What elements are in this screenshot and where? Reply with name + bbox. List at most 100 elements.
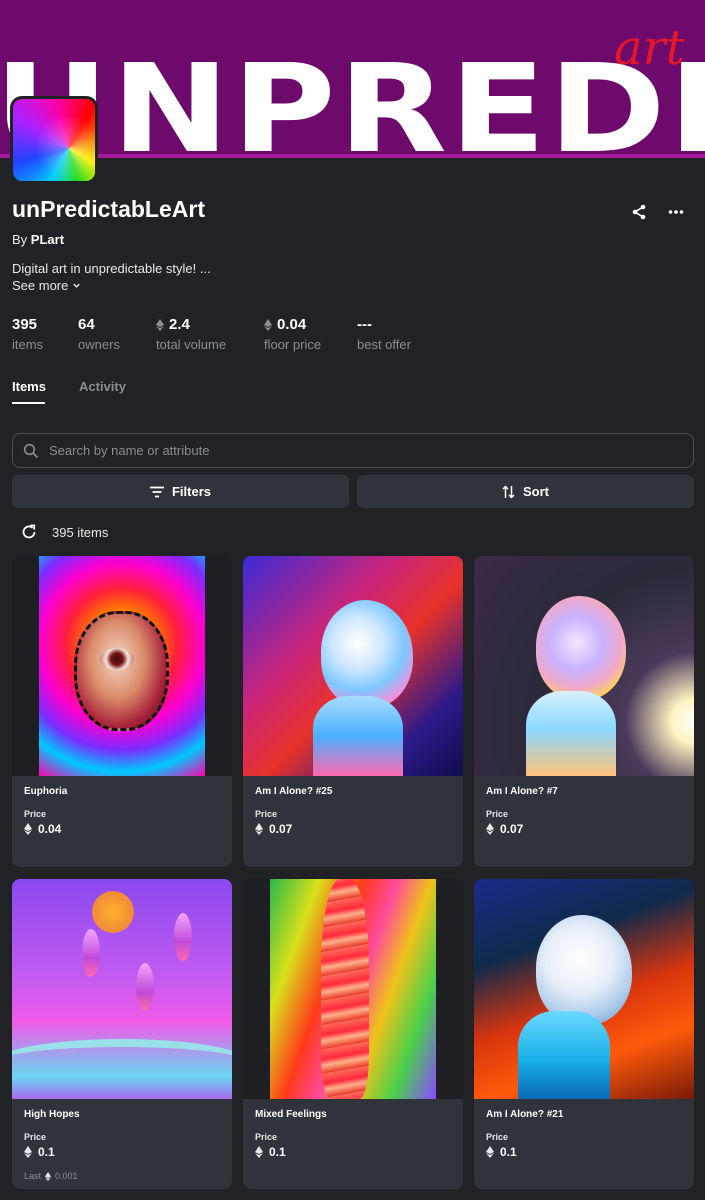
stat-value: 395 [12, 316, 43, 333]
artwork-eye [100, 648, 134, 670]
artwork-spire [321, 879, 369, 1099]
artwork-neck [526, 691, 616, 776]
see-more-button[interactable]: See more [12, 278, 81, 293]
nft-image[interactable] [12, 879, 232, 1099]
more-icon[interactable] [667, 203, 685, 221]
banner-tag: art [614, 20, 685, 76]
stat-number: --- [357, 316, 372, 333]
eth-icon [264, 318, 272, 331]
stat-label: floor price [264, 337, 322, 352]
eth-icon [255, 823, 263, 835]
nft-image[interactable] [474, 879, 694, 1099]
price-label: Price [255, 809, 278, 819]
price-label: Price [24, 809, 47, 819]
eth-icon [255, 1146, 263, 1158]
collection-banner: UNPREDIC art [0, 0, 705, 158]
stat-value: 64 [78, 316, 120, 333]
artwork-sun [92, 891, 134, 933]
stat-number: 0.04 [277, 316, 307, 333]
share-icon[interactable] [630, 203, 648, 221]
nft-image[interactable] [474, 556, 694, 776]
stat-items: 395 items [12, 316, 43, 352]
tab-items[interactable]: Items [12, 379, 46, 394]
last-price: 0.001 [55, 1171, 78, 1181]
tab-activity[interactable]: Activity [79, 379, 126, 394]
artwork-drop [136, 963, 154, 1011]
stat-best-offer: --- best offer [357, 316, 411, 352]
nft-card[interactable]: Mixed Feelings Price 0.1 [243, 879, 463, 1189]
nft-card[interactable]: Am I Alone? #7 Price 0.07 [474, 556, 694, 867]
sort-icon [502, 484, 515, 499]
artwork-neck [313, 696, 403, 776]
price-value: 0.1 [24, 1145, 55, 1159]
see-more-label: See more [12, 278, 69, 293]
price-amount: 0.1 [38, 1145, 55, 1159]
results-count: 395 items [52, 525, 109, 540]
search-box[interactable] [12, 433, 694, 468]
artwork-wave [12, 1039, 232, 1089]
search-input[interactable] [49, 443, 649, 458]
price-value: 0.07 [255, 822, 292, 836]
stat-label: items [12, 337, 44, 352]
price-label: Price [255, 1132, 278, 1142]
nft-card[interactable]: Am I Alone? #25 Price 0.07 [243, 556, 463, 867]
artwork-neck [518, 1011, 610, 1099]
nft-image[interactable] [12, 556, 232, 776]
stat-label: best offer [357, 337, 411, 352]
chevron-down-icon [73, 283, 81, 288]
price-value: 0.1 [486, 1145, 517, 1159]
last-label: Last [24, 1171, 42, 1181]
price-label: Price [486, 809, 509, 819]
creator-prefix: By [12, 232, 28, 247]
nft-image[interactable] [243, 879, 463, 1099]
sort-button[interactable]: Sort [357, 475, 694, 508]
nft-card[interactable]: High Hopes Price 0.1 Last 0.001 [12, 879, 232, 1189]
price-label: Price [486, 1132, 509, 1142]
stat-value: 2.4 [156, 316, 226, 333]
active-tab-indicator [12, 402, 45, 404]
filters-label: Filters [171, 484, 211, 499]
artwork-drop [174, 913, 192, 961]
filter-icon [149, 486, 164, 497]
stat-number: 2.4 [169, 316, 190, 333]
eth-icon [486, 1146, 494, 1158]
eth-icon [24, 823, 32, 835]
nft-name: Mixed Feelings [255, 1109, 327, 1120]
artwork-head [321, 600, 413, 708]
stat-label: owners [78, 337, 120, 352]
nft-name: Am I Alone? #7 [486, 786, 558, 797]
price-amount: 0.1 [500, 1145, 517, 1159]
nft-name: Am I Alone? #21 [486, 1109, 564, 1120]
stat-number: 395 [12, 316, 38, 333]
nft-card[interactable]: Am I Alone? #21 Price 0.1 [474, 879, 694, 1189]
creator-line: By PLart [12, 232, 64, 247]
price-amount: 0.07 [269, 822, 293, 836]
eth-icon [45, 1171, 52, 1181]
artwork-head [536, 596, 626, 700]
sort-label: Sort [523, 484, 549, 499]
nft-card[interactable]: Euphoria Price 0.04 [12, 556, 232, 867]
price-amount: 0.1 [269, 1145, 286, 1159]
nft-name: Am I Alone? #25 [255, 786, 333, 797]
banner-edge [0, 154, 705, 158]
eth-icon [156, 318, 164, 331]
eth-icon [486, 823, 494, 835]
collection-description: Digital art in unpredictable style! ... [12, 261, 211, 276]
banner-wordmark: UNPREDIC [0, 38, 705, 158]
creator-link[interactable]: PLart [31, 232, 64, 247]
nft-name: Euphoria [24, 786, 68, 797]
stat-value: 0.04 [264, 316, 321, 333]
filters-button[interactable]: Filters [12, 475, 349, 508]
collection-avatar[interactable] [10, 96, 98, 184]
refresh-icon[interactable] [20, 523, 38, 541]
nft-image[interactable] [243, 556, 463, 776]
stat-total-volume: 2.4 total volume [156, 316, 226, 352]
collection-title: unPredictabLeArt [12, 196, 205, 222]
price-amount: 0.04 [38, 822, 62, 836]
nft-name: High Hopes [24, 1109, 80, 1120]
last-sale: Last 0.001 [24, 1171, 78, 1181]
stat-floor-price: 0.04 floor price [264, 316, 321, 352]
search-icon [23, 443, 39, 458]
artwork-drop [82, 929, 100, 977]
price-value: 0.07 [486, 822, 523, 836]
